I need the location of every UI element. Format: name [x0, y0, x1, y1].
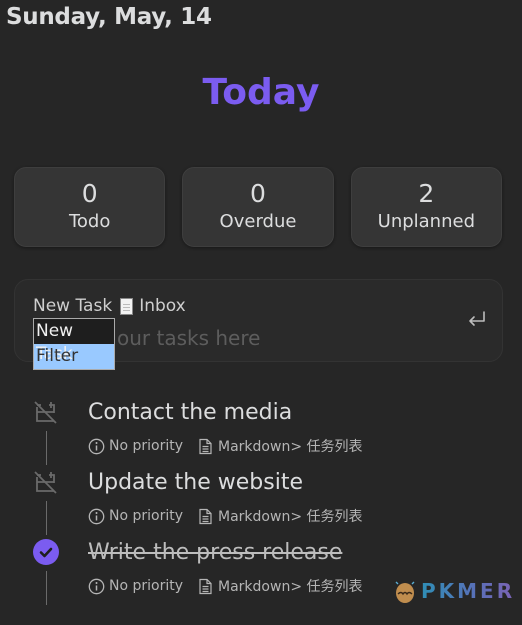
page-icon: [120, 297, 134, 315]
task-source[interactable]: Markdown> 任务列表: [218, 436, 362, 456]
stat-label: Overdue: [219, 211, 297, 232]
file-text-icon: [199, 438, 212, 454]
task-source[interactable]: Markdown> 任务列表: [218, 506, 362, 526]
pkmer-wordmark: PKMER: [421, 579, 516, 603]
task-name[interactable]: Update the website: [88, 470, 303, 495]
stat-label: Unplanned: [377, 211, 475, 232]
info-icon: [88, 438, 105, 454]
mode-dropdown[interactable]: New Task Filter: [33, 318, 115, 370]
timeline-connector: [46, 501, 47, 535]
task-name[interactable]: Contact the media: [88, 400, 292, 425]
task-name[interactable]: Write the press release: [88, 540, 342, 565]
task-source[interactable]: Markdown> 任务列表: [218, 576, 362, 596]
file-text-icon: [199, 508, 212, 524]
pkmer-watermark: PKMER: [393, 578, 515, 604]
task-priority: No priority: [109, 438, 184, 454]
dropdown-option-filter[interactable]: Filter: [34, 344, 114, 369]
stat-overdue[interactable]: 0 Overdue: [182, 167, 334, 247]
stat-count: 0: [250, 179, 266, 208]
calendar-off-icon[interactable]: [33, 469, 59, 495]
stat-todo[interactable]: 0 Todo: [14, 167, 166, 247]
calendar-off-icon[interactable]: [33, 399, 59, 425]
task-item[interactable]: Update the website No priority Markdown>…: [0, 465, 522, 535]
task-list: Contact the media No priority Markdown> …: [0, 395, 522, 605]
stats-row: 0 Todo 0 Overdue 2 Unplanned: [14, 167, 502, 247]
stat-count: 0: [81, 179, 98, 208]
file-text-icon: [199, 578, 212, 594]
mode-select[interactable]: New Task: [33, 296, 112, 316]
info-icon: [88, 508, 105, 524]
task-input-placeholder: our tasks here: [117, 326, 261, 350]
task-item[interactable]: Contact the media No priority Markdown> …: [0, 395, 522, 465]
stat-count: 2: [418, 179, 435, 208]
task-meta: No priority Markdown> 任务列表: [88, 576, 363, 596]
stat-label: Todo: [68, 211, 111, 232]
timeline-connector: [46, 571, 47, 605]
enter-return-icon[interactable]: [466, 310, 488, 330]
task-meta: No priority Markdown> 任务列表: [88, 506, 363, 526]
dropdown-option-new-task[interactable]: New Task: [34, 319, 114, 364]
pkmer-logo-icon: [395, 581, 415, 603]
input-header: New Task Inbox: [33, 296, 186, 316]
page-title: Today: [202, 72, 320, 113]
date-heading: Sunday, May, 14: [6, 4, 212, 30]
stat-unplanned[interactable]: 2 Unplanned: [350, 167, 502, 247]
check-circle-icon[interactable]: [33, 539, 59, 565]
task-meta: No priority Markdown> 任务列表: [88, 436, 363, 456]
info-icon: [88, 578, 105, 594]
target-file[interactable]: Inbox: [139, 296, 186, 316]
timeline-connector: [46, 431, 47, 465]
task-priority: No priority: [109, 578, 184, 594]
task-priority: No priority: [109, 508, 184, 524]
